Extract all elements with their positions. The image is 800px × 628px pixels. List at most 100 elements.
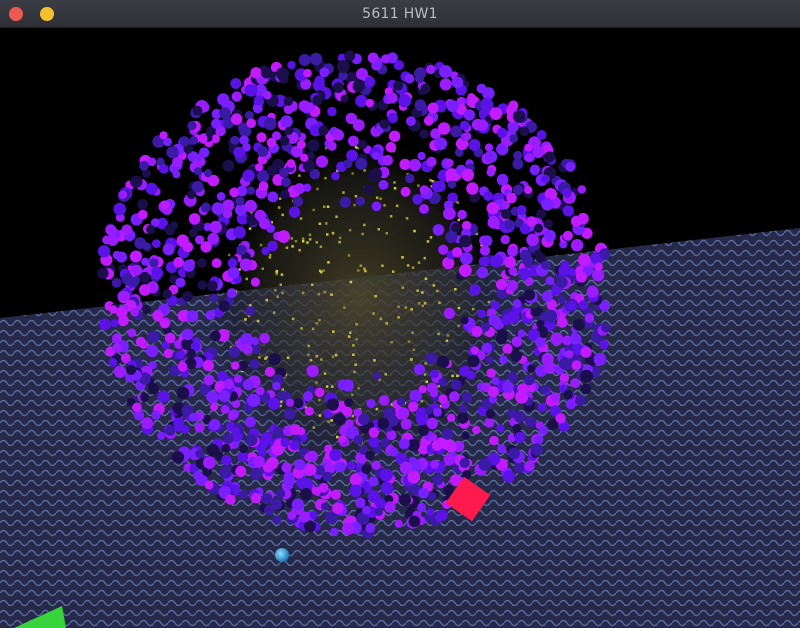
inner-particle [318, 222, 322, 225]
particle [162, 289, 172, 299]
inner-particle [244, 318, 247, 321]
particle [519, 126, 530, 137]
particle [130, 175, 143, 188]
particle [509, 134, 518, 143]
particle [437, 122, 451, 135]
particle [255, 163, 264, 172]
particle [219, 466, 232, 479]
particle [541, 352, 554, 365]
inner-particle [323, 291, 326, 294]
inner-particle [363, 267, 366, 270]
particle [259, 332, 270, 344]
particle [433, 407, 442, 417]
particle [284, 408, 296, 420]
particle [387, 415, 399, 427]
particle [244, 199, 257, 213]
particle [535, 435, 544, 444]
particle [206, 390, 219, 404]
particle [238, 489, 248, 500]
3d-viewport[interactable] [0, 28, 800, 628]
particle [512, 423, 522, 433]
particle [525, 416, 537, 428]
inner-particle [417, 261, 421, 264]
particle [488, 386, 499, 398]
particle [210, 402, 219, 411]
particle [541, 290, 554, 302]
scene-canvas[interactable] [0, 28, 800, 628]
particle [355, 157, 368, 170]
particle [484, 150, 498, 163]
particle [117, 290, 129, 302]
particle [169, 221, 179, 230]
inner-particle [330, 293, 333, 296]
particle [461, 431, 470, 440]
inner-particle [349, 331, 352, 334]
particle [512, 110, 526, 123]
inner-particle [275, 269, 279, 273]
particle [496, 173, 509, 186]
particle [221, 454, 232, 466]
particle [397, 407, 410, 420]
particle [484, 417, 495, 428]
particle [186, 348, 196, 359]
inner-particle [355, 338, 358, 341]
particle [393, 60, 404, 71]
inner-particle [268, 253, 272, 257]
particle [115, 251, 128, 263]
particle [324, 511, 335, 522]
particle [331, 171, 340, 181]
inner-particle [405, 217, 409, 220]
particle [558, 265, 570, 277]
inner-particle [421, 291, 424, 294]
particle [293, 397, 304, 409]
particle [304, 463, 317, 476]
particle [318, 482, 329, 493]
particle [262, 90, 272, 100]
inner-particle [437, 332, 440, 336]
particle [247, 394, 261, 407]
particle [227, 258, 238, 268]
particle [182, 259, 195, 272]
particle [372, 372, 381, 381]
particle [277, 390, 287, 400]
particle [312, 95, 323, 106]
particle [233, 146, 246, 159]
particle [544, 151, 555, 163]
particle [516, 205, 527, 215]
inner-particle [281, 388, 284, 391]
particle [205, 310, 216, 320]
inner-particle [315, 321, 319, 325]
inner-particle [301, 291, 305, 295]
particle [496, 279, 507, 290]
particle [550, 392, 561, 402]
inner-particle [357, 387, 360, 390]
particle [298, 54, 311, 66]
particle [363, 184, 375, 195]
particle [424, 406, 433, 415]
particle [388, 130, 401, 142]
particle [529, 164, 541, 175]
particle [211, 118, 222, 129]
particle [438, 394, 448, 404]
inner-particle [320, 358, 323, 361]
particle [580, 369, 593, 383]
inner-particle [438, 301, 441, 305]
particle [261, 247, 270, 255]
particle [452, 247, 463, 258]
inner-particle [393, 187, 397, 190]
particle [430, 460, 439, 469]
particle [355, 497, 366, 508]
particle [387, 92, 398, 104]
inner-particle [401, 286, 404, 289]
inner-particle [372, 312, 375, 315]
inner-particle [375, 407, 379, 411]
particle [449, 391, 460, 402]
particle [209, 220, 222, 234]
particle [555, 413, 566, 424]
particle [330, 527, 339, 537]
inner-particle [331, 231, 335, 235]
particle [231, 91, 242, 102]
inner-particle [312, 208, 315, 212]
particle [195, 449, 205, 459]
particle [98, 318, 111, 331]
